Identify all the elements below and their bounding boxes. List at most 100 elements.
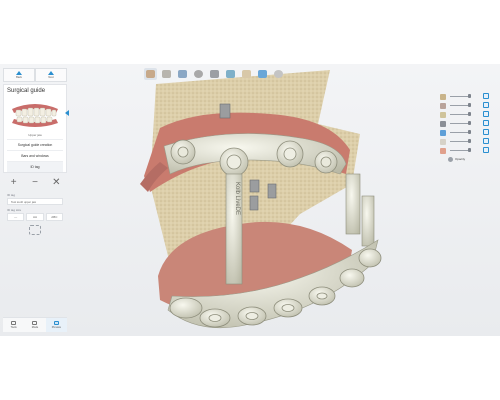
layer-slider[interactable] [450, 123, 468, 124]
visibility-toggle[interactable] [483, 138, 489, 144]
mode-label: Mode [31, 326, 39, 329]
view-icon [226, 70, 235, 78]
jaw-button[interactable] [192, 68, 205, 80]
menu-item-label: ID tag [30, 165, 40, 169]
layer-slider[interactable] [450, 96, 468, 97]
opacity-label: Opacity [455, 157, 466, 161]
size-option-aa[interactable]: AA [26, 213, 44, 221]
teeth-button[interactable] [240, 68, 253, 80]
right-panel: Opacity [440, 92, 496, 163]
size-option-abc[interactable]: ABC [45, 213, 63, 221]
layer-slider[interactable] [450, 105, 468, 106]
slider-knob[interactable] [468, 130, 471, 134]
id-tag-label: ID tag [7, 193, 16, 197]
tag-preview-icon [29, 225, 41, 235]
slider-knob[interactable] [468, 121, 471, 125]
jaw-icon [194, 70, 203, 78]
next-button[interactable]: Next [35, 68, 67, 82]
slider-knob[interactable] [468, 139, 471, 143]
sleeve-layer-icon [440, 129, 446, 136]
top-toolbar [144, 68, 285, 80]
id-tag-input[interactable]: Test tooth upper jaw [7, 198, 63, 205]
implant-icon [210, 70, 219, 78]
implant-layer-icon [440, 120, 446, 127]
viewport-3d[interactable]: Kolb LiveDE [0, 64, 500, 336]
remove-button[interactable]: − [28, 178, 42, 188]
guide-icon [274, 70, 283, 78]
view-button[interactable] [224, 68, 237, 80]
nav-buttons: Back Next [3, 68, 67, 82]
opacity-control[interactable]: Opacity [448, 155, 496, 163]
arrow-up-icon [48, 71, 54, 75]
tag-tools: + − ✕ [3, 176, 67, 190]
layer-row-gum [440, 146, 496, 155]
slider-knob[interactable] [468, 103, 471, 107]
panel-title: Surgical guide [7, 88, 46, 94]
right-posts [345, 173, 375, 247]
sleeve-icon [258, 70, 267, 78]
slider-knob[interactable] [468, 112, 471, 116]
app-window: Kolb LiveDE Back Next Surgical guide Upp… [0, 64, 500, 336]
guide-button[interactable] [272, 68, 285, 80]
mode-button[interactable]: Mode [24, 318, 45, 332]
size-option-none[interactable]: — [7, 213, 25, 221]
implant-button[interactable] [208, 68, 221, 80]
gum-layer-icon [440, 147, 446, 154]
layer-slider[interactable] [450, 132, 468, 133]
visibility-toggle[interactable] [483, 147, 489, 153]
close-button[interactable]: ✕ [49, 178, 63, 188]
visibility-toggle[interactable] [483, 129, 489, 135]
menu-item-label: Surgical guide creation [17, 143, 53, 147]
eye-icon [53, 321, 59, 325]
layer-row-sleeve [440, 128, 496, 137]
sleeve-button[interactable] [256, 68, 269, 80]
menu-item-bars-windows[interactable]: Bars and windows [7, 150, 63, 161]
surgical-guide-card: Surgical guide Upper jaw Surgical guide … [3, 84, 69, 173]
add-button[interactable]: + [7, 178, 21, 188]
back-button[interactable]: Back [3, 68, 35, 82]
id-tag-size-selector: — AA ABC [7, 213, 63, 221]
id-tag-text: Kolb LiveDE [234, 182, 240, 215]
back-label: Back [16, 76, 22, 79]
layer-slider[interactable] [450, 150, 468, 151]
visibility-toggle[interactable] [483, 111, 489, 117]
jaw-thumbnail[interactable] [8, 97, 69, 131]
menu-item-label: Bars and windows [21, 154, 49, 158]
selection-arrow-icon [65, 110, 69, 116]
layer-row-jaw [440, 101, 496, 110]
preview-label: Preview [51, 326, 61, 329]
tools-button[interactable]: Tools [3, 318, 24, 332]
model-button[interactable] [160, 68, 173, 80]
layer-slider[interactable] [450, 114, 468, 115]
teeth-icon [242, 70, 251, 78]
layer-row-guide [440, 137, 496, 146]
scan-icon [178, 70, 187, 78]
menu-item-guide-creation[interactable]: Surgical guide creation [7, 139, 63, 150]
tools-icon [11, 321, 17, 325]
id-tag-settings: ID tag Test tooth upper jaw ID tag size … [3, 193, 67, 235]
bottom-bar: Tools Mode Preview [3, 317, 67, 332]
thumbnail-caption: Upper jaw [28, 133, 42, 137]
visibility-toggle[interactable] [483, 93, 489, 99]
next-label: Next [48, 76, 54, 79]
guide-layer-icon [440, 138, 446, 145]
scan-button[interactable] [176, 68, 189, 80]
visibility-toggle[interactable] [483, 120, 489, 126]
jaw-layer-icon [440, 102, 446, 109]
layer-row-scan [440, 92, 496, 101]
teeth-thumbnail-image [8, 97, 62, 131]
left-panel: Back Next Surgical guide Upper jaw Surgi… [3, 68, 69, 332]
preview-button[interactable]: Preview [45, 318, 67, 332]
opacity-icon [448, 156, 453, 162]
bone-button[interactable] [144, 68, 157, 80]
layer-row-bone [440, 110, 496, 119]
arrow-up-icon [16, 71, 22, 75]
scan-layer-icon [440, 93, 446, 100]
menu-item-id-tag[interactable]: ID tag [7, 161, 63, 172]
layer-slider[interactable] [450, 141, 468, 142]
visibility-toggle[interactable] [483, 102, 489, 108]
slider-knob[interactable] [468, 94, 471, 98]
slider-knob[interactable] [468, 148, 471, 152]
mode-icon [32, 321, 38, 325]
model-icon [162, 70, 171, 78]
